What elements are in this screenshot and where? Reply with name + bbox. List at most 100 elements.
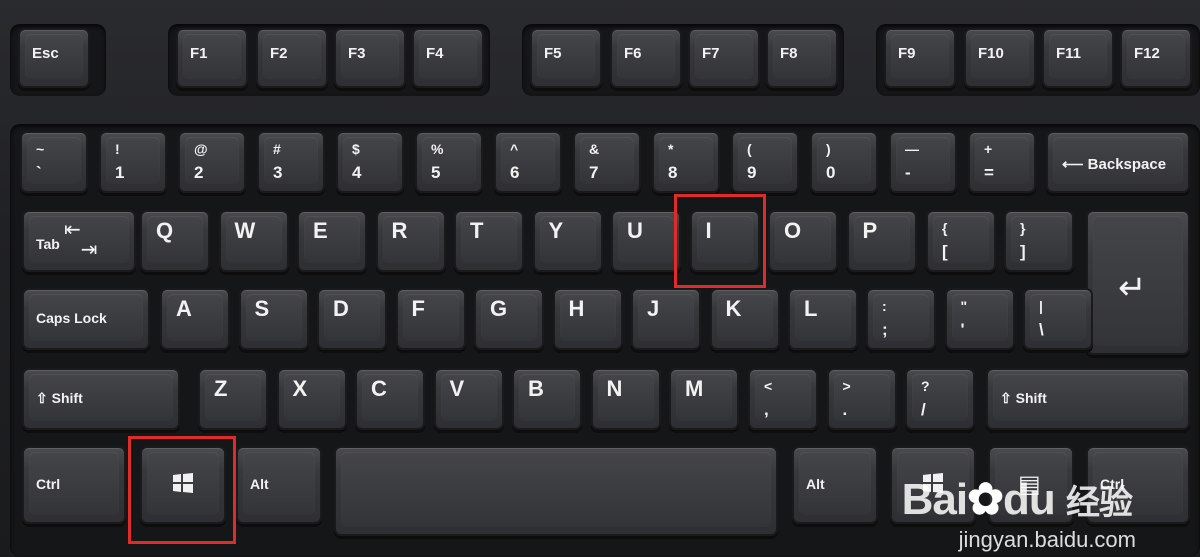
f3-key[interactable]: F3 [334, 28, 406, 88]
f8-key[interactable]: F8 [766, 28, 838, 88]
key-bottom-label: [ [942, 242, 948, 261]
key-q[interactable]: Q [140, 210, 210, 272]
caps-lock-key[interactable]: Caps Lock [22, 288, 150, 350]
bracket-key-0[interactable]: {[ [926, 210, 996, 272]
key-n[interactable]: N [590, 368, 661, 430]
f4-key[interactable]: F4 [412, 28, 484, 88]
key-label: F1 [190, 45, 208, 62]
key-y[interactable]: Y [532, 210, 603, 272]
punct-key-4[interactable]: >. [826, 368, 897, 430]
punct-key-0[interactable]: :; [866, 288, 936, 350]
f1-key[interactable]: F1 [176, 28, 248, 88]
key-label: M [685, 376, 704, 401]
key-a[interactable]: A [160, 288, 230, 350]
key-bottom-label: ; [882, 320, 888, 339]
key-f[interactable]: F [395, 288, 466, 350]
f6-key[interactable]: F6 [610, 28, 682, 88]
esc-key[interactable]: Esc [18, 28, 90, 88]
key-top-label: ~ [36, 141, 45, 157]
number-key-3[interactable]: #3 [257, 131, 325, 193]
f12-key[interactable]: F12 [1120, 28, 1192, 88]
key-r[interactable]: R [375, 210, 446, 272]
punct-key-5[interactable]: ? / [905, 368, 975, 430]
key-top-label: ^ [510, 141, 519, 157]
f2-key[interactable]: F2 [256, 28, 328, 88]
f10-key[interactable]: F10 [964, 28, 1036, 88]
tab-key[interactable]: Tab ⇤ ⇥ [22, 210, 136, 272]
key-w[interactable]: W [218, 210, 289, 272]
number-key-8[interactable]: * 8 [652, 131, 720, 193]
key-label: F [411, 296, 425, 321]
backspace-key[interactable]: ⟵ Backspace [1046, 131, 1190, 193]
key-d[interactable]: D [317, 288, 387, 350]
key-s[interactable]: S [238, 288, 309, 350]
key-label: K [725, 296, 742, 321]
key-label: B [528, 376, 544, 401]
key-m[interactable]: M [669, 368, 739, 430]
key-g[interactable]: G [474, 288, 544, 350]
key-label: Q [156, 218, 174, 243]
f9-key[interactable]: F9 [884, 28, 956, 88]
key-top-label: @ [194, 141, 208, 157]
space-bar[interactable] [334, 446, 778, 536]
left-ctrl-key[interactable]: Ctrl [22, 446, 126, 524]
key-label: W [234, 218, 256, 243]
right-shift-key[interactable]: ⇧ Shift [986, 368, 1190, 430]
number-key-2[interactable]: @2 [178, 131, 246, 193]
key-z[interactable]: Z [198, 368, 268, 430]
number-key-1[interactable]: ! 1 [99, 131, 167, 193]
number-key-5[interactable]: % 5 [415, 131, 483, 193]
punct-key-3[interactable]: <, [748, 368, 818, 430]
bracket-key-1[interactable]: }] [1004, 210, 1074, 272]
enter-key[interactable]: ↵ [1086, 210, 1190, 355]
key-label: F7 [702, 45, 720, 62]
key-bottom-label: ] [1020, 242, 1026, 261]
key-bottom-label: 8 [668, 163, 678, 182]
key-h[interactable]: H [552, 288, 623, 350]
right-shift-label: Shift [1015, 390, 1047, 406]
key-bottom-label: 1 [115, 163, 125, 182]
left-alt-key[interactable]: Alt [236, 446, 322, 524]
key-bottom-label: = [984, 163, 994, 182]
left-shift-key[interactable]: ⇧ Shift [22, 368, 180, 430]
left-ctrl-label: Ctrl [36, 476, 61, 492]
key-bottom-label: / [921, 400, 926, 419]
key-p[interactable]: P [846, 210, 917, 272]
number-key-12[interactable]: + = [968, 131, 1036, 193]
punct-key-1[interactable]: " ' [944, 288, 1015, 350]
key-u[interactable]: U [611, 210, 681, 272]
key-x[interactable]: X [276, 368, 347, 430]
number-key-10[interactable]: ) 0 [810, 131, 878, 193]
key-b[interactable]: B [512, 368, 582, 430]
number-key-4[interactable]: $4 [336, 131, 404, 193]
key-o[interactable]: O [768, 210, 838, 272]
number-key-0[interactable]: ~ ` [20, 131, 88, 193]
key-bottom-label: ' [960, 320, 965, 339]
paw-icon: ✿ [967, 475, 1004, 524]
key-c[interactable]: C [355, 368, 425, 430]
key-label: Y [548, 218, 564, 243]
f11-key[interactable]: F11 [1042, 28, 1114, 88]
punct-key-2[interactable]: | \ [1023, 288, 1093, 350]
number-key-7[interactable]: & 7 [573, 131, 641, 193]
key-v[interactable]: V [433, 368, 504, 430]
key-label: C [371, 376, 387, 401]
key-l[interactable]: L [788, 288, 858, 350]
f7-key[interactable]: F7 [688, 28, 760, 88]
number-key-6[interactable]: ^ 6 [494, 131, 562, 193]
key-label: G [490, 296, 508, 321]
tab-label: Tab [36, 236, 60, 252]
key-e[interactable]: E [297, 210, 367, 272]
key-j[interactable]: J [631, 288, 701, 350]
key-k[interactable]: K [709, 288, 780, 350]
number-key-11[interactable]: — - [889, 131, 957, 193]
key-t[interactable]: T [454, 210, 524, 272]
key-label: Esc [32, 45, 59, 62]
right-alt-key[interactable]: Alt [792, 446, 878, 524]
key-top-label: { [942, 220, 948, 236]
key-top-label: ( [747, 141, 752, 157]
key-label: L [804, 296, 818, 321]
f5-key[interactable]: F5 [530, 28, 602, 88]
key-bottom-label: 0 [826, 163, 836, 182]
number-key-9[interactable]: (9 [731, 131, 799, 193]
